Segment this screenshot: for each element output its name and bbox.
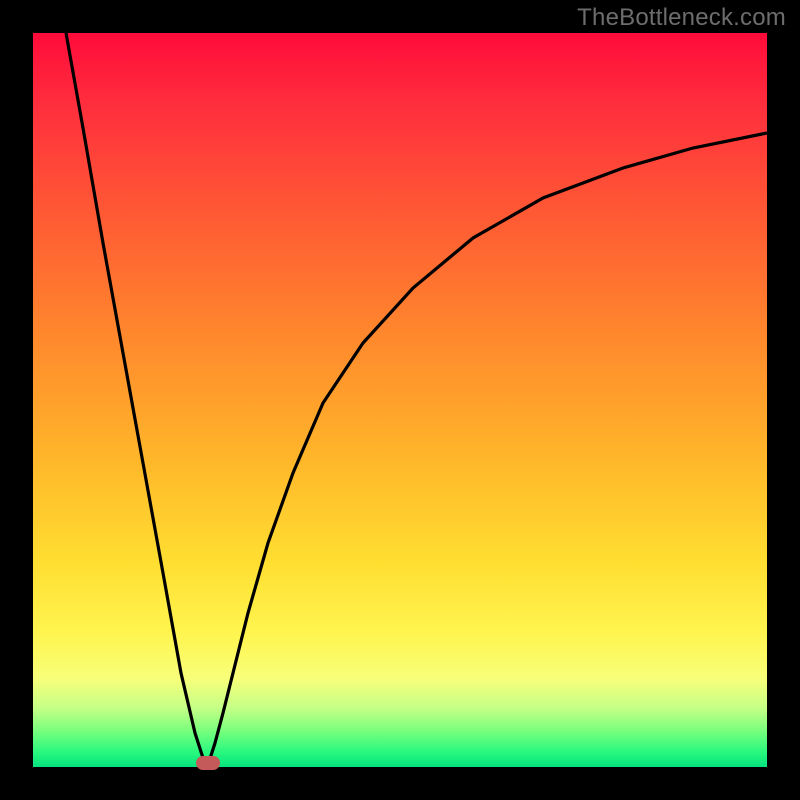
bottleneck-marker [196,756,220,770]
chart-frame: TheBottleneck.com [0,0,800,800]
watermark-text: TheBottleneck.com [577,4,786,32]
bottleneck-curve [66,33,767,765]
plot-area [33,33,767,767]
curve-svg [33,33,767,767]
